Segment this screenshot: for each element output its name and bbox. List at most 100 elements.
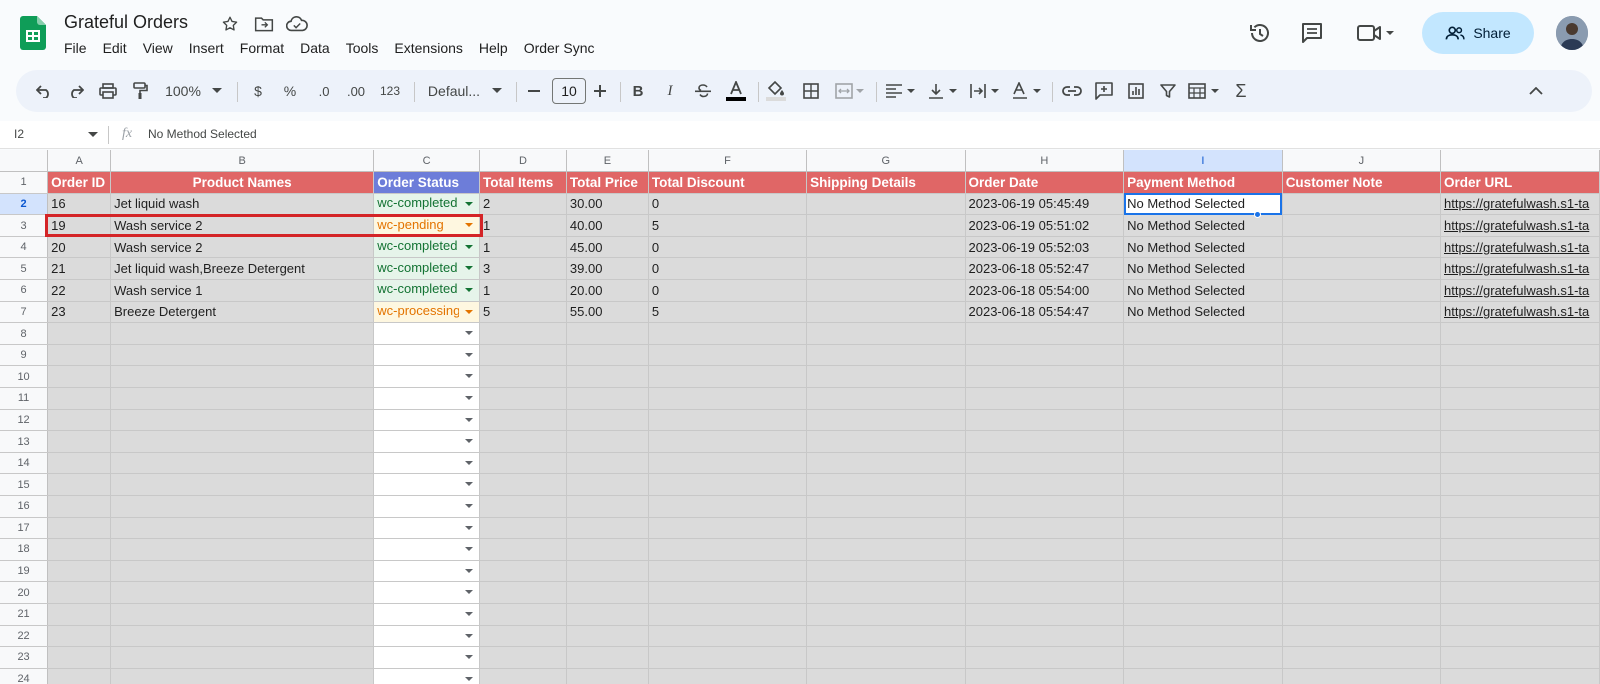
cell[interactable]	[479, 625, 567, 648]
column-header-i[interactable]: I	[1123, 150, 1283, 173]
column-header-d[interactable]: D	[479, 150, 567, 173]
increase-font-size-icon[interactable]	[590, 70, 610, 112]
name-box[interactable]: I2	[14, 127, 74, 141]
cell[interactable]	[1440, 322, 1600, 345]
cell[interactable]	[110, 538, 375, 561]
cell[interactable]: 5	[648, 214, 808, 237]
cell[interactable]	[110, 517, 375, 540]
order-url-link[interactable]: https://gratefulwash.s1-ta	[1440, 193, 1600, 216]
cell[interactable]	[648, 517, 808, 540]
version-history-icon[interactable]	[1248, 21, 1272, 45]
cell[interactable]: 0	[648, 236, 808, 259]
cell[interactable]	[47, 409, 112, 432]
cell[interactable]	[566, 430, 649, 453]
cell[interactable]	[965, 625, 1125, 648]
zoom-select[interactable]: 100%	[160, 70, 206, 112]
cell[interactable]	[479, 495, 567, 518]
cell[interactable]	[1282, 365, 1442, 389]
order-url-link[interactable]: https://gratefulwash.s1-ta	[1440, 214, 1600, 237]
row-header[interactable]: 5	[0, 257, 49, 281]
cell[interactable]	[110, 581, 375, 604]
cell[interactable]	[1282, 236, 1442, 259]
dropdown-arrow-icon[interactable]	[465, 331, 474, 336]
cell[interactable]	[47, 495, 112, 518]
order-status-dropdown[interactable]	[373, 387, 481, 410]
cell[interactable]	[1282, 344, 1442, 367]
cell[interactable]	[648, 581, 808, 604]
row-header[interactable]: 20	[0, 581, 49, 604]
row-header[interactable]: 15	[0, 473, 49, 496]
order-status-dropdown[interactable]	[373, 473, 481, 496]
row-header[interactable]: 1	[0, 171, 49, 194]
header-cell[interactable]: Order Status	[373, 171, 481, 194]
header-cell[interactable]: Order ID	[47, 171, 112, 194]
cell[interactable]: 0	[648, 193, 808, 216]
cell[interactable]	[1440, 495, 1600, 518]
cell[interactable]: Wash service 2	[110, 236, 375, 259]
row-header[interactable]: 11	[0, 387, 49, 410]
row-header[interactable]: 24	[0, 668, 49, 684]
cell[interactable]: 1	[479, 214, 567, 237]
cell[interactable]	[47, 581, 112, 604]
redo-icon[interactable]	[64, 70, 88, 112]
order-url-link[interactable]: https://gratefulwash.s1-ta	[1440, 236, 1600, 259]
cell[interactable]: No Method Selected	[1123, 214, 1283, 237]
cell[interactable]	[806, 646, 966, 669]
cell[interactable]	[1282, 538, 1442, 561]
share-button[interactable]: Share	[1422, 12, 1534, 54]
cell[interactable]	[965, 387, 1125, 410]
cell[interactable]	[806, 452, 966, 475]
cell[interactable]	[806, 322, 966, 345]
dropdown-arrow-icon[interactable]	[465, 201, 474, 206]
cell[interactable]	[965, 495, 1125, 518]
zoom-chevron-down-icon[interactable]	[210, 70, 224, 112]
column-header-f[interactable]: F	[648, 150, 808, 173]
cell[interactable]	[110, 387, 375, 410]
order-status-dropdown[interactable]	[373, 430, 481, 453]
order-status-dropdown[interactable]	[373, 668, 481, 684]
dropdown-arrow-icon[interactable]	[465, 417, 474, 422]
cell[interactable]	[965, 365, 1125, 389]
merge-cells-icon[interactable]	[832, 70, 868, 112]
dropdown-arrow-icon[interactable]	[465, 482, 474, 487]
cell[interactable]	[479, 430, 567, 453]
cell[interactable]: 22	[47, 279, 112, 302]
sheets-logo-icon[interactable]	[20, 16, 46, 50]
order-status-dropdown[interactable]	[373, 625, 481, 648]
cell[interactable]	[1123, 452, 1283, 475]
collapse-menus-icon[interactable]	[1524, 70, 1548, 112]
cell[interactable]	[1440, 581, 1600, 604]
strikethrough-icon[interactable]	[692, 70, 714, 112]
cell[interactable]	[648, 322, 808, 345]
dropdown-arrow-icon[interactable]	[465, 676, 474, 681]
column-header-b[interactable]: B	[110, 150, 375, 173]
cell[interactable]: 2023-06-18 05:52:47	[965, 257, 1125, 281]
row-header[interactable]: 22	[0, 625, 49, 648]
menu-format[interactable]: Format	[240, 40, 284, 56]
cell[interactable]	[566, 625, 649, 648]
cell[interactable]	[47, 344, 112, 367]
cell[interactable]	[965, 430, 1125, 453]
menu-tools[interactable]: Tools	[346, 40, 379, 56]
row-header[interactable]: 2	[0, 193, 49, 216]
cell[interactable]: 2023-06-18 05:54:47	[965, 301, 1125, 324]
cell[interactable]: 19	[47, 214, 112, 237]
header-cell[interactable]: Customer Note	[1282, 171, 1442, 194]
order-status-dropdown[interactable]: wc-completed	[373, 236, 481, 259]
undo-icon[interactable]	[32, 70, 56, 112]
cell[interactable]: Jet liquid wash,Breeze Detergent	[110, 257, 375, 281]
row-header[interactable]: 10	[0, 365, 49, 389]
cell[interactable]	[806, 365, 966, 389]
cell[interactable]	[965, 603, 1125, 626]
cell[interactable]	[1123, 625, 1283, 648]
order-status-dropdown[interactable]: wc-processing	[373, 301, 481, 324]
cell[interactable]	[1282, 560, 1442, 583]
header-cell[interactable]: Shipping Details	[806, 171, 966, 194]
cell[interactable]: 20	[47, 236, 112, 259]
cell[interactable]	[965, 409, 1125, 432]
cell[interactable]	[965, 646, 1125, 669]
cell[interactable]	[965, 344, 1125, 367]
cell[interactable]	[47, 387, 112, 410]
name-box-chevron-down-icon[interactable]	[88, 132, 98, 138]
cell[interactable]: 16	[47, 193, 112, 216]
